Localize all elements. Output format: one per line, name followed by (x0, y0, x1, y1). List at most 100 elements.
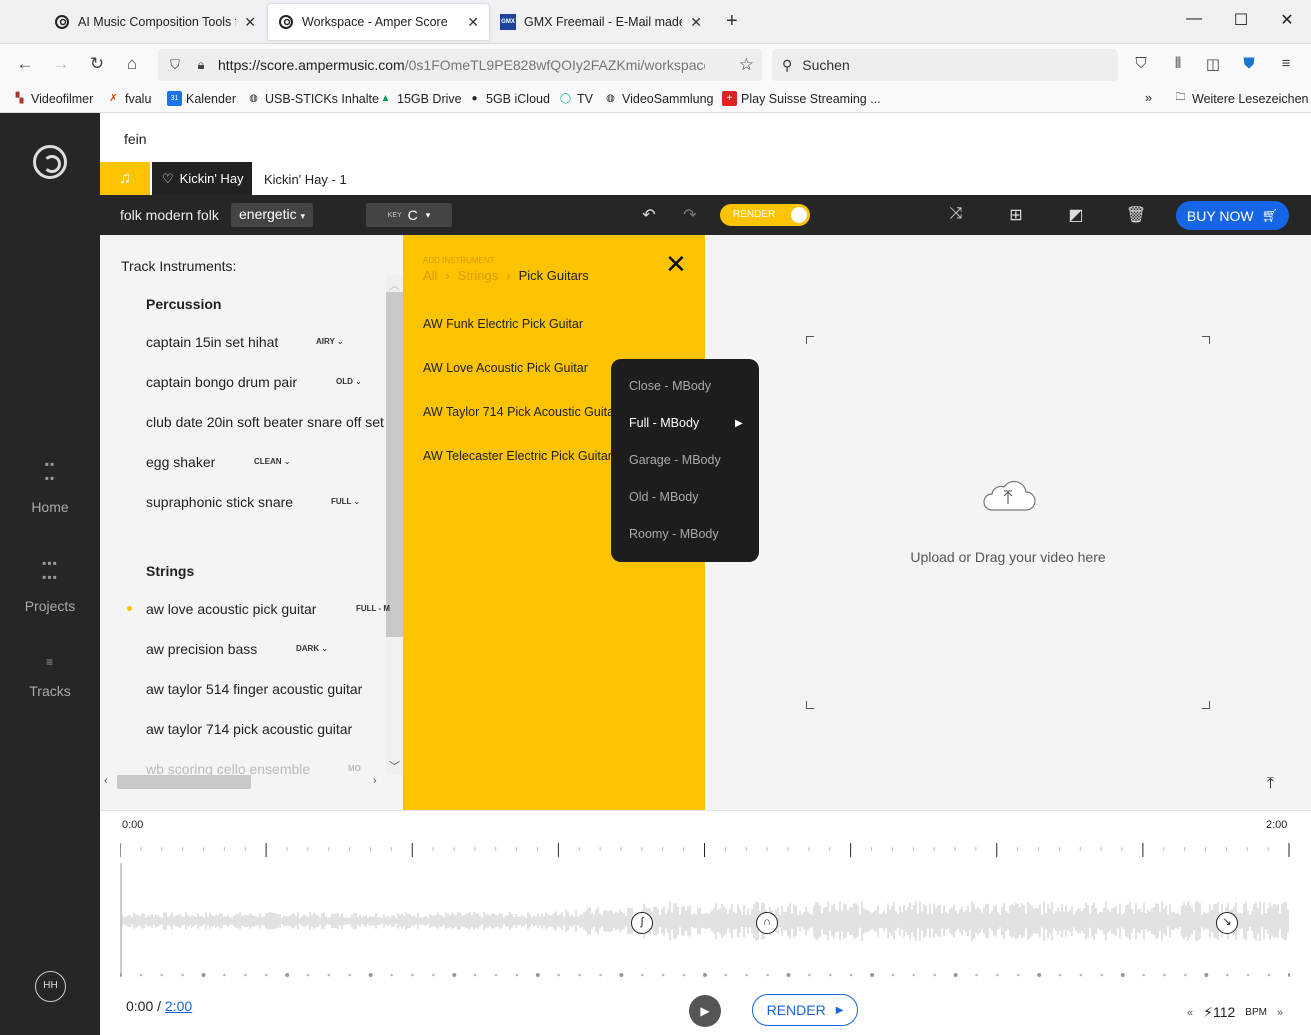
playhead[interactable] (120, 863, 122, 973)
scroll-down-icon[interactable]: ﹀ (389, 758, 400, 774)
instrument-item[interactable]: captain 15in set hihat (146, 334, 278, 350)
video-upload-area[interactable]: Upload or Drag your video here ⤒ (705, 235, 1311, 810)
extension-shield-icon[interactable]: ⛊ (1239, 55, 1259, 72)
menu-item-roomy[interactable]: Roomy - MBody (629, 527, 719, 541)
bookmark-star-icon[interactable]: ☆ (739, 55, 754, 75)
instrument-option[interactable]: AW Telecaster Electric Pick Guitar (423, 449, 612, 463)
library-icon[interactable]: ⫴ (1168, 55, 1188, 72)
preset-select[interactable]: MO (348, 764, 361, 773)
preset-select[interactable]: AIRY ⌄ (316, 337, 344, 346)
reload-icon[interactable]: ↻ (86, 54, 108, 74)
preset-select[interactable]: OLD ⌄ (336, 377, 362, 386)
instrument-item[interactable]: aw love acoustic pick guitar (146, 601, 316, 617)
bpm-value[interactable]: ⚡112 (1203, 1004, 1235, 1021)
tab-kickin-hay[interactable]: ♡ Kickin' Hay (152, 162, 252, 195)
close-tab-icon[interactable]: ✕ (467, 14, 479, 31)
tempo-increase-icon[interactable]: » (1277, 1007, 1283, 1019)
scroll-up-icon[interactable]: ︿ (389, 277, 400, 293)
menu-item-garage[interactable]: Garage - MBody (629, 453, 721, 467)
waveform[interactable] (120, 896, 1290, 946)
breadcrumb-all[interactable]: All (423, 268, 437, 283)
menu-icon[interactable]: ≡ (1276, 55, 1296, 72)
buy-now-button[interactable]: BUY NOW 🛒︎ (1176, 201, 1289, 230)
instrument-item[interactable]: aw taylor 714 pick acoustic guitar (146, 721, 352, 737)
bookmark-tv[interactable]: ◯ TV (558, 91, 593, 106)
key-select[interactable]: KEY C ▾ (366, 203, 452, 227)
menu-item-close[interactable]: Close - MBody (629, 379, 711, 393)
instrument-option[interactable]: AW Taylor 714 Pick Acoustic Guitar (423, 405, 618, 419)
render-button[interactable]: RENDER ▶ (752, 994, 858, 1026)
instrument-item[interactable]: aw taylor 514 finger acoustic guitar (146, 681, 362, 697)
instrument-item[interactable]: supraphonic stick snare (146, 494, 293, 510)
bookmark-videosammlung[interactable]: ◍ VideoSammlung (603, 91, 713, 106)
tab-kickin-hay-1[interactable]: Kickin' Hay - 1 (264, 172, 347, 187)
instrument-option[interactable]: AW Funk Electric Pick Guitar (423, 317, 583, 331)
bookmark-fvalu[interactable]: ✗ fvalu (106, 91, 151, 106)
instrument-item[interactable]: aw precision bass (146, 641, 257, 657)
duplicate-icon[interactable]: ⊞ (1005, 205, 1027, 225)
sidebar-item-tracks[interactable]: ≡ Tracks (0, 655, 100, 699)
pocket-icon[interactable]: ⛉ (1131, 55, 1151, 72)
browser-tab-ai-music[interactable]: AI Music Composition Tools for ✕ (44, 4, 266, 40)
project-name[interactable]: fein (124, 131, 147, 147)
mood-select[interactable]: energetic ▾ (231, 203, 314, 227)
menu-item-old[interactable]: Old - MBody (629, 490, 698, 504)
home-icon[interactable]: ⌂ (121, 54, 143, 74)
maximize-icon[interactable]: ☐ (1231, 10, 1251, 30)
note-icon[interactable]: ◩ (1065, 205, 1087, 225)
more-bookmarks-icon[interactable]: » (1145, 91, 1152, 105)
duration-link[interactable]: 2:00 (165, 998, 192, 1014)
render-toggle[interactable]: RENDER (720, 204, 810, 226)
bookmark-usb-sticks[interactable]: ◍ USB-STICKs Inhalte (246, 91, 379, 106)
preset-select[interactable]: CLEAN ⌄ (254, 457, 291, 466)
bookmark-15gb-drive[interactable]: ▲ 15GB Drive (378, 91, 462, 106)
back-icon[interactable]: ← (14, 54, 36, 74)
scroll-to-top-icon[interactable]: ⤒ (1267, 775, 1274, 793)
instrument-item[interactable]: captain bongo drum pair (146, 374, 297, 390)
search-input[interactable]: ⚲ Suchen (772, 49, 1118, 81)
peak-marker-icon[interactable]: ∩ (756, 912, 778, 934)
redo-icon[interactable]: ↷ (679, 205, 701, 225)
bookmark-videofilmer[interactable]: ▚ Videofilmer (12, 91, 94, 106)
instrument-option[interactable]: AW Love Acoustic Pick Guitar (423, 361, 588, 375)
bookmark-folder-other[interactable]: 🗀 Weitere Lesezeichen (1173, 91, 1309, 106)
undo-icon[interactable]: ↶ (638, 205, 660, 225)
browser-tab-gmx[interactable]: GMX GMX Freemail - E-Mail made in ✕ (490, 4, 712, 40)
instrument-item[interactable]: egg shaker (146, 454, 215, 470)
scroll-right-icon[interactable]: › (373, 775, 377, 787)
shuffle-icon[interactable]: ⤨ (945, 205, 967, 223)
sidebar-item-projects[interactable]: ▪▪▪ ▪▪▪ Projects (0, 556, 100, 614)
sidebar-item-home[interactable]: ▪▪ ▪▪ Home (0, 457, 100, 515)
bookmark-icloud[interactable]: ● 5GB iCloud (467, 91, 549, 106)
vertical-scrollbar-thumb[interactable] (386, 292, 403, 637)
transition-marker-icon[interactable]: ∫ (631, 912, 653, 934)
time-ruler[interactable] (120, 841, 1290, 861)
avatar[interactable]: HH (35, 971, 66, 1002)
minimize-icon[interactable]: — (1184, 10, 1204, 28)
beat-dots[interactable] (120, 971, 1290, 979)
amper-logo-icon[interactable] (33, 145, 67, 179)
play-button[interactable]: ▶ (689, 995, 721, 1027)
window-close-icon[interactable]: ✕ (1277, 10, 1297, 30)
genre-label[interactable]: folk modern folk (120, 207, 219, 223)
music-note-icon[interactable]: ♫ (100, 162, 150, 195)
sidebar-icon[interactable]: ◫ (1203, 55, 1223, 73)
bookmark-play-suisse[interactable]: + Play Suisse Streaming ... (722, 91, 881, 106)
preset-select[interactable]: FULL - M (356, 604, 390, 613)
url-bar[interactable]: ⛉ 🔒︎ https://score.ampermusic.com /0s1FO… (158, 49, 762, 81)
close-tab-icon[interactable]: ✕ (690, 14, 702, 31)
close-tab-icon[interactable]: ✕ (244, 14, 256, 31)
instrument-item[interactable]: club date 20in soft beater snare off set (146, 414, 384, 430)
tempo-decrease-icon[interactable]: « (1187, 1007, 1193, 1019)
breadcrumb-strings[interactable]: Strings (458, 268, 498, 283)
trash-icon[interactable]: 🗑︎ (1125, 205, 1147, 225)
preset-select[interactable]: DARK ⌄ (296, 644, 328, 653)
ending-marker-icon[interactable]: ↘ (1216, 912, 1238, 934)
menu-item-full[interactable]: Full - MBody (629, 416, 699, 430)
forward-icon[interactable]: → (50, 54, 72, 74)
bookmark-kalender[interactable]: 31 Kalender (167, 91, 236, 106)
horizontal-scrollbar-thumb[interactable] (117, 775, 251, 789)
preset-select[interactable]: FULL ⌄ (331, 497, 360, 506)
scroll-left-icon[interactable]: ‹ (104, 775, 108, 787)
heart-icon[interactable]: ♡ (162, 171, 174, 187)
